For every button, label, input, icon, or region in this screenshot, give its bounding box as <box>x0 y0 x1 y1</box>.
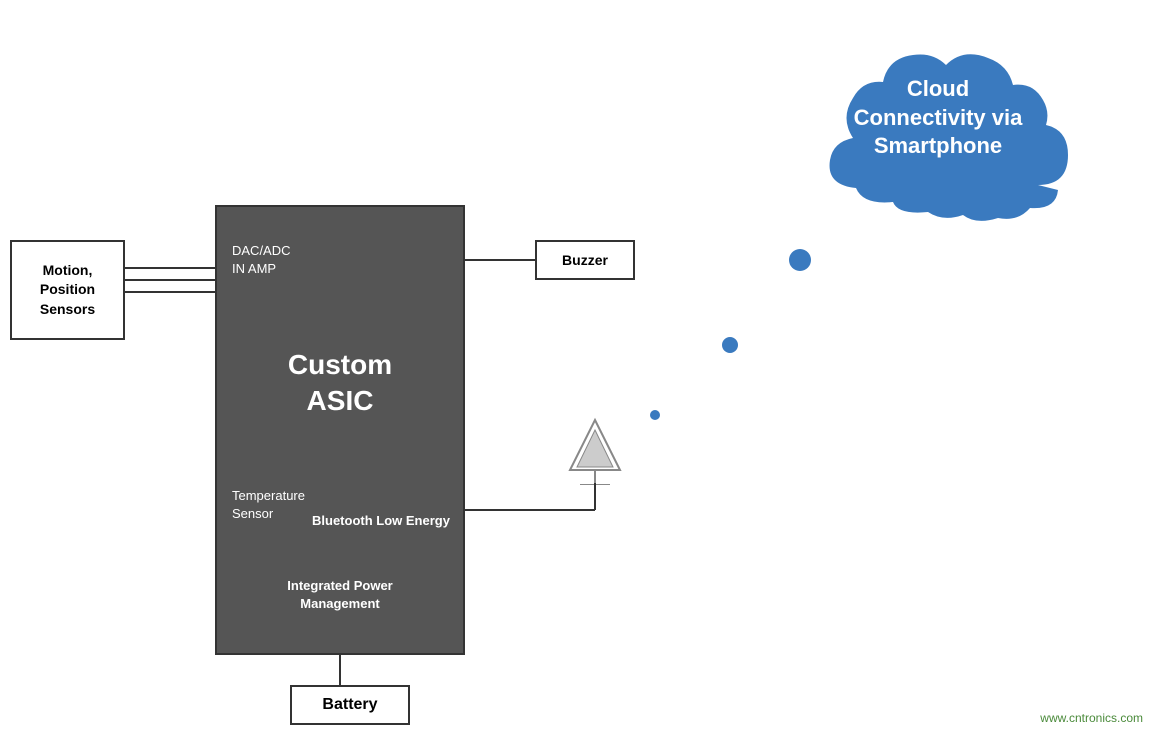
buzzer-label: Buzzer <box>562 252 608 268</box>
cloud-connectivity: Cloud Connectivity via Smartphone <box>798 30 1078 230</box>
dac-label: DAC/ADCIN AMP <box>232 242 291 278</box>
ble-dot-large <box>789 249 811 271</box>
temp-sensor-label: TemperatureSensor <box>232 487 305 523</box>
battery-box: Battery <box>290 685 410 725</box>
watermark: www.cntronics.com <box>1040 711 1143 725</box>
cloud-text: Cloud Connectivity via Smartphone <box>798 75 1078 161</box>
asic-title: Custom ASIC <box>217 347 463 420</box>
buzzer-box: Buzzer <box>535 240 635 280</box>
sensors-box: Motion,PositionSensors <box>10 240 125 340</box>
power-management-label: Integrated PowerManagement <box>217 577 463 613</box>
ble-dot-medium <box>722 337 738 353</box>
battery-label: Battery <box>322 696 377 714</box>
sensors-label: Motion,PositionSensors <box>40 261 95 320</box>
ble-dot-small <box>650 410 660 420</box>
ble-label: Bluetooth Low Energy <box>312 512 450 530</box>
asic-box: DAC/ADCIN AMP Custom ASIC TemperatureSen… <box>215 205 465 655</box>
antenna-symbol <box>565 415 625 485</box>
